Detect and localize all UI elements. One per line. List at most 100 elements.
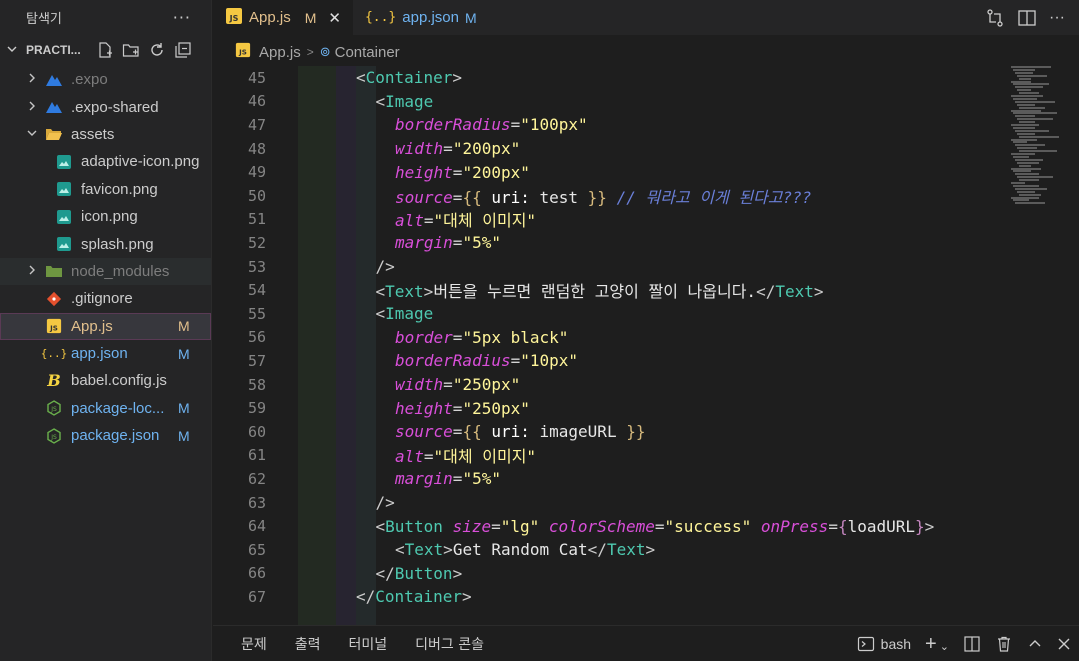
chevron-down-icon[interactable]: ⌄ <box>937 641 949 653</box>
code-text: source={{ uri: test }} // 뭐라고 이게 된다고??? <box>395 184 811 208</box>
project-name: PRACTI... <box>26 43 81 57</box>
code-editor[interactable]: 45 <Container> 46 <Image 47 borderRadius="100… <box>213 66 1079 625</box>
code-line: 45 <Container> <box>213 66 1013 90</box>
chevron-right-icon[interactable] <box>26 100 38 115</box>
tree-item[interactable]: node_modules <box>0 257 211 286</box>
code-token: Image <box>385 91 434 111</box>
code-token: = <box>443 375 453 395</box>
minimap-line <box>1017 132 1035 135</box>
minimap-line <box>1013 184 1039 187</box>
minimap-line <box>1015 202 1045 205</box>
close-icon[interactable] <box>1057 637 1071 651</box>
tree-item[interactable]: JS App.js M <box>0 312 211 340</box>
code-text: width="250px" <box>395 375 520 394</box>
minimap-line <box>1011 66 1051 68</box>
new-folder-icon[interactable] <box>122 41 140 59</box>
tree-item[interactable]: .gitignore <box>0 285 211 312</box>
code-token: < <box>356 68 366 88</box>
code-token: </ <box>356 587 376 607</box>
code-token: width <box>395 139 444 159</box>
code-text: /> <box>376 493 395 512</box>
tree-item[interactable]: adaptive-icon.png <box>0 148 211 175</box>
chevron-up-icon[interactable] <box>1027 636 1043 652</box>
tree-item[interactable]: JS package-loc... M <box>0 395 211 422</box>
tree-item[interactable]: .expo-shared <box>0 93 211 120</box>
tree-item[interactable]: icon.png <box>0 203 211 230</box>
chevron-down-icon[interactable] <box>26 127 38 142</box>
code-token: Button <box>385 516 443 536</box>
chevron-down-icon[interactable] <box>6 43 22 58</box>
tree-item[interactable]: splash.png <box>0 230 211 257</box>
tab-label: App.js <box>249 9 291 26</box>
terminal-selector[interactable]: bash <box>857 635 911 653</box>
tab-app-js[interactable]: JS App.js M ✕ <box>213 0 353 35</box>
code-text: height="200px" <box>395 163 530 182</box>
close-icon[interactable]: ✕ <box>328 9 341 27</box>
code-line: 49 height="200px" <box>213 160 1013 184</box>
code-token: < <box>375 304 386 324</box>
split-editor-icon[interactable] <box>1017 8 1037 28</box>
new-terminal-icon[interactable]: + ⌄ <box>925 633 949 656</box>
code-line: 52 margin="5%" <box>213 231 1013 255</box>
symbol-icon: ⊚ <box>319 44 331 59</box>
more-actions-icon[interactable]: ··· <box>173 8 191 27</box>
breadcrumb-symbol[interactable]: Container <box>335 44 400 61</box>
nodejs-icon: JS <box>45 427 63 445</box>
code-token: = <box>452 162 463 182</box>
tree-item[interactable]: assets <box>0 121 211 148</box>
tree-item[interactable]: favicon.png <box>0 176 211 203</box>
modified-badge: M <box>178 400 190 417</box>
code-token: = <box>423 447 434 467</box>
code-token: Text <box>775 282 814 302</box>
trash-icon[interactable] <box>995 635 1013 653</box>
line-number: 64 <box>247 517 266 536</box>
svg-text:JS: JS <box>238 47 247 56</box>
minimap-line <box>1013 68 1035 71</box>
minimap-line <box>1013 126 1035 129</box>
line-number: 46 <box>247 92 266 111</box>
code-text: <Text>Get Random Cat</Text> <box>395 540 655 559</box>
tree-item[interactable]: .expo <box>0 66 211 93</box>
code-token: "5%" <box>462 469 501 489</box>
chevron-right-icon[interactable] <box>26 72 38 87</box>
new-file-icon[interactable] <box>96 41 114 59</box>
collapse-all-icon[interactable] <box>174 41 192 59</box>
tree-item[interactable]: Bbabel.config.js <box>0 367 211 394</box>
code-text: border="5px black" <box>395 328 568 347</box>
chevron-right-icon[interactable] <box>26 264 38 279</box>
minimap-line <box>1013 97 1037 100</box>
code-token: </ <box>587 540 607 560</box>
code-line: 60 source={{ uri: imageURL }} <box>213 420 1013 444</box>
code-token: = <box>828 516 838 536</box>
tree-item[interactable]: JS package.json M <box>0 422 211 449</box>
project-header[interactable]: PRACTI... <box>0 34 211 66</box>
breadcrumb-file[interactable]: App.js <box>259 44 301 61</box>
line-number: 59 <box>247 399 266 418</box>
panel-tab-terminal[interactable]: 터미널 <box>349 634 388 654</box>
compare-changes-icon[interactable] <box>985 8 1005 28</box>
minimap-line <box>1019 179 1039 182</box>
code-token: Text <box>404 540 444 560</box>
panel-tab-output[interactable]: 출력 <box>295 634 321 654</box>
tree-item[interactable]: {..} app.json M <box>0 340 211 367</box>
code-text: borderRadius="100px" <box>395 115 588 134</box>
minimap-line <box>1011 95 1043 97</box>
more-actions-icon[interactable]: ··· <box>1049 9 1065 27</box>
panel-tab-debug-console[interactable]: 디버그 콘솔 <box>415 634 484 654</box>
tree-item-label: .gitignore <box>71 290 133 308</box>
code-token: = <box>510 351 521 371</box>
minimap[interactable] <box>1007 66 1079 206</box>
svg-text:JS: JS <box>50 406 57 413</box>
minimap-line <box>1013 170 1031 173</box>
code-token: colorScheme <box>548 516 655 536</box>
tree-item-label: splash.png <box>81 235 154 253</box>
code-token: = <box>452 187 463 207</box>
refresh-icon[interactable] <box>148 41 166 59</box>
line-number: 57 <box>247 351 266 370</box>
svg-text:JS: JS <box>229 14 239 23</box>
tab-app-json[interactable]: {..} app.json M <box>353 0 489 35</box>
split-terminal-icon[interactable] <box>963 635 981 653</box>
panel-tab-problems[interactable]: 문제 <box>241 634 267 654</box>
explorer-title: 탐색기 <box>26 11 62 27</box>
terminal-icon <box>857 636 874 652</box>
